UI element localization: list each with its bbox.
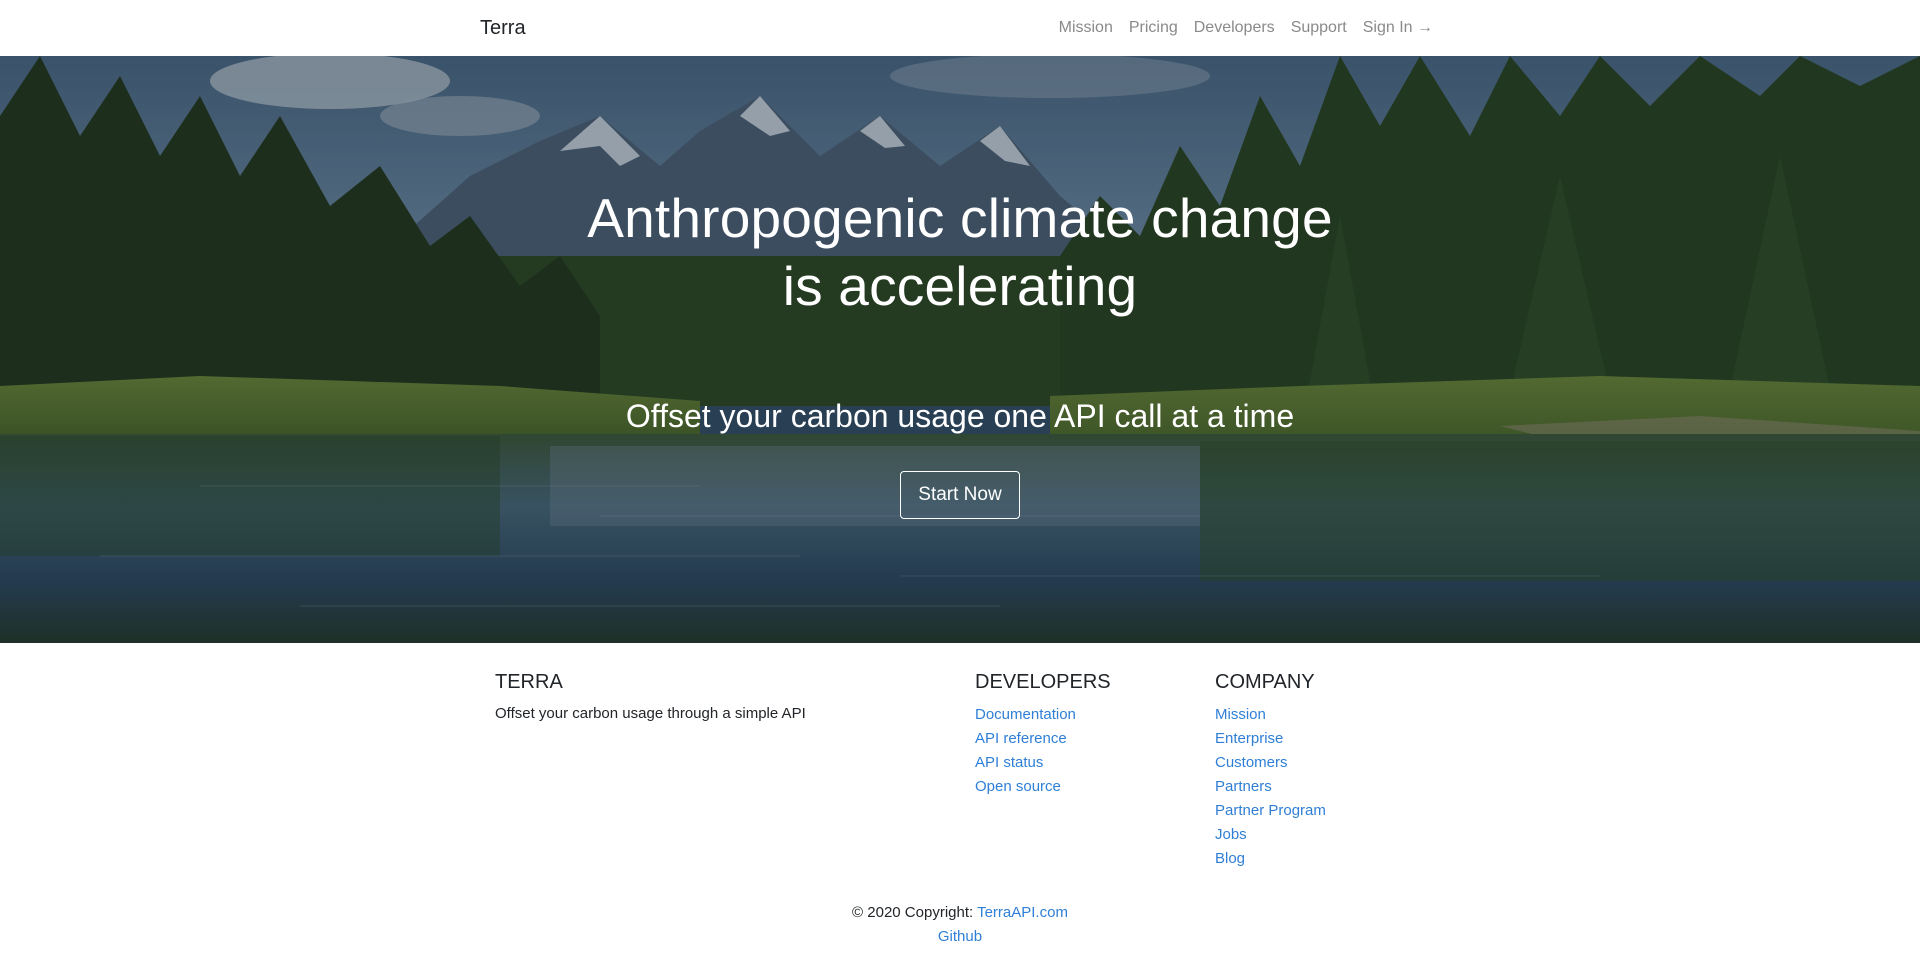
copyright-line: © 2020 Copyright: TerraAPI.com: [0, 901, 1920, 925]
github-line: Github: [0, 925, 1920, 949]
list-item: Jobs: [1215, 823, 1326, 847]
list-item: Partners: [1215, 775, 1326, 799]
list-item: Customers: [1215, 751, 1326, 775]
nav-link-support[interactable]: Support: [1291, 17, 1347, 39]
footer-link-jobs[interactable]: Jobs: [1215, 826, 1247, 843]
footer-link-blog[interactable]: Blog: [1215, 850, 1245, 867]
hero-title: Anthropogenic climate change is accelera…: [587, 187, 1333, 317]
footer-link-open-source[interactable]: Open source: [975, 778, 1061, 795]
footer-developers-column: DEVELOPERS Documentation API reference A…: [975, 669, 1111, 799]
brand-logo-link[interactable]: Terra: [480, 16, 526, 40]
footer-terra-heading: TERRA: [495, 671, 563, 693]
footer-link-mission[interactable]: Mission: [1215, 706, 1266, 723]
footer-terra-column: TERRA Offset your carbon usage through a…: [495, 669, 806, 725]
list-item: Documentation: [975, 703, 1111, 727]
nav-link-mission[interactable]: Mission: [1059, 17, 1113, 39]
nav-links: Mission Pricing Developers Support Sign …: [1059, 17, 1433, 39]
hero-subtitle: Offset your carbon usage one API call at…: [625, 398, 1295, 434]
footer-company-column: COMPANY Mission Enterprise Customers Par…: [1215, 669, 1326, 871]
hero-overlay: [0, 56, 1920, 643]
footer-company-links: Mission Enterprise Customers Partners Pa…: [1215, 703, 1326, 871]
footer-terra-description: Offset your carbon usage through a simpl…: [495, 705, 806, 722]
footer-link-enterprise[interactable]: Enterprise: [1215, 730, 1283, 747]
nav-link-pricing[interactable]: Pricing: [1129, 17, 1178, 39]
nav-link-developers[interactable]: Developers: [1194, 17, 1275, 39]
navbar: Terra Mission Pricing Developers Support…: [0, 0, 1920, 56]
footer: TERRA Offset your carbon usage through a…: [0, 643, 1920, 979]
list-item: Blog: [1215, 847, 1326, 871]
footer-link-documentation[interactable]: Documentation: [975, 706, 1076, 723]
list-item: API reference: [975, 727, 1111, 751]
footer-link-api-reference[interactable]: API reference: [975, 730, 1067, 747]
list-item: Partner Program: [1215, 799, 1326, 823]
nav-link-sign-in[interactable]: Sign In →: [1363, 17, 1433, 39]
list-item: Enterprise: [1215, 727, 1326, 751]
list-item: Mission: [1215, 703, 1326, 727]
hero-section: Anthropogenic climate change is accelera…: [0, 56, 1920, 643]
footer-developers-links: Documentation API reference API status O…: [975, 703, 1111, 799]
footer-link-partners[interactable]: Partners: [1215, 778, 1272, 795]
list-item: API status: [975, 751, 1111, 775]
list-item: Open source: [975, 775, 1111, 799]
github-link[interactable]: Github: [938, 928, 982, 945]
terraapi-link[interactable]: TerraAPI.com: [977, 904, 1068, 921]
copyright-text: © 2020 Copyright:: [852, 904, 978, 921]
footer-link-api-status[interactable]: API status: [975, 754, 1043, 771]
start-now-button[interactable]: Start Now: [900, 471, 1020, 519]
footer-link-partner-program[interactable]: Partner Program: [1215, 802, 1326, 819]
copyright-block: © 2020 Copyright: TerraAPI.com Github: [0, 901, 1920, 949]
footer-developers-heading: DEVELOPERS: [975, 671, 1111, 693]
footer-link-customers[interactable]: Customers: [1215, 754, 1288, 771]
footer-company-heading: COMPANY: [1215, 671, 1315, 693]
